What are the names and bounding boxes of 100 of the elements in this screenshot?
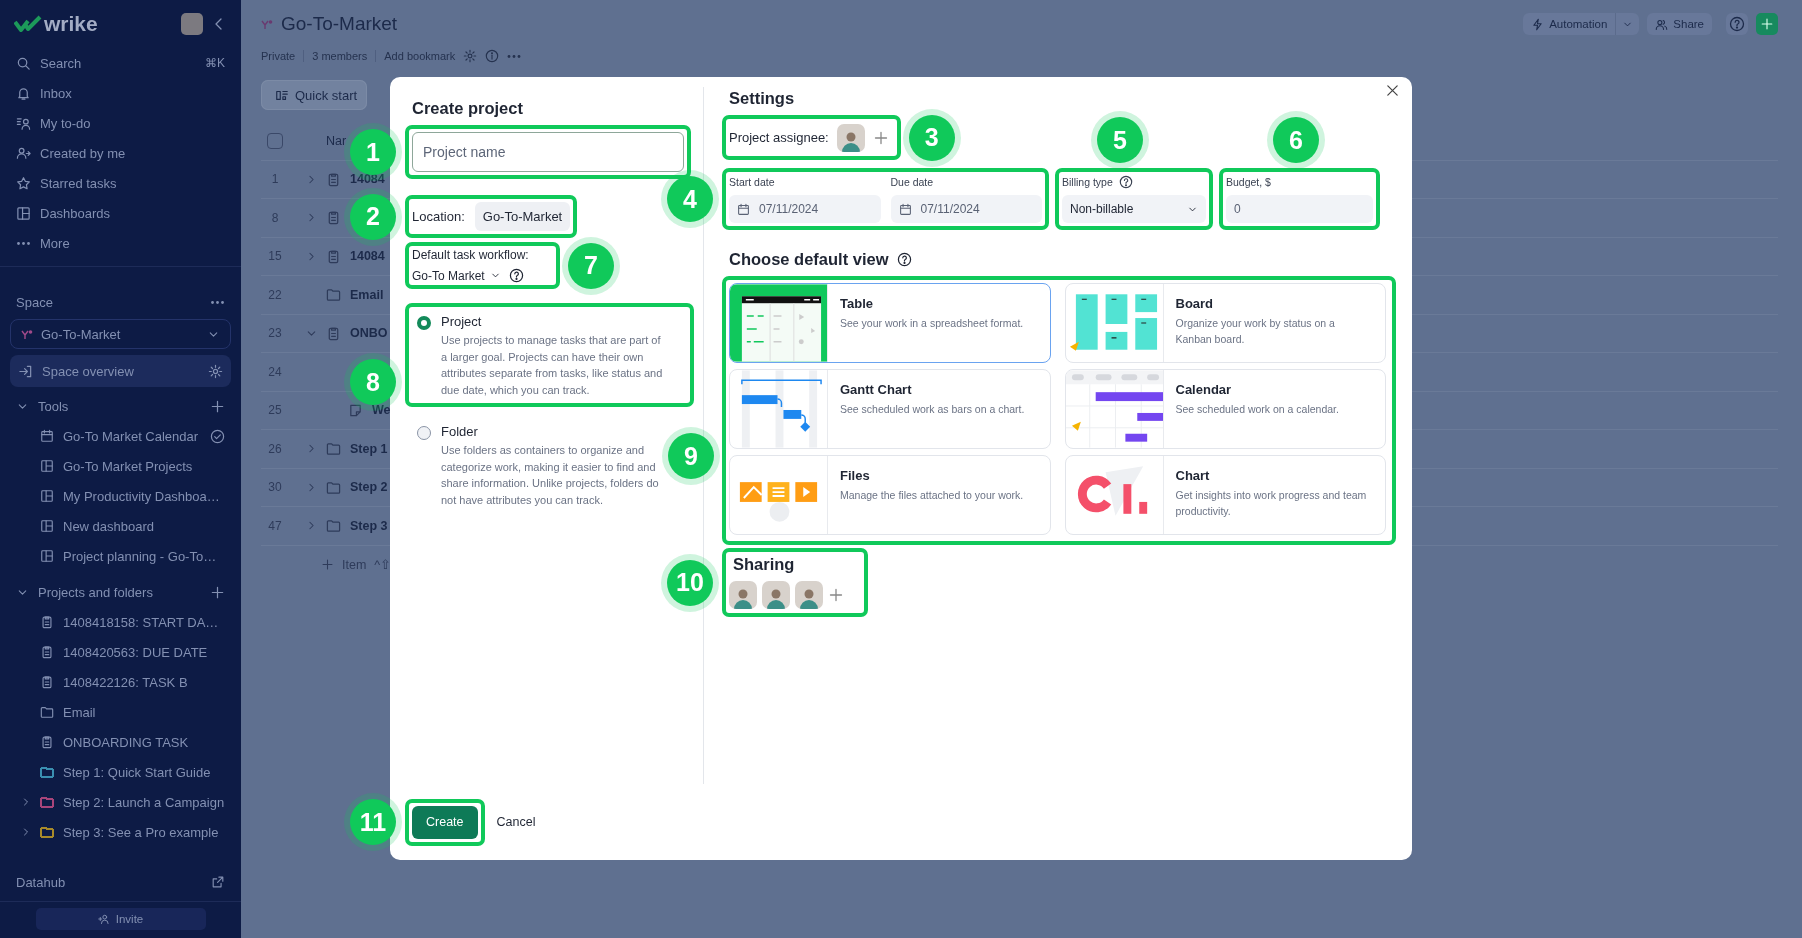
sidebar-item[interactable]: 1408422126: TASK B xyxy=(40,669,225,695)
view-description: Get insights into work progress and team productivity. xyxy=(1175,488,1368,519)
space-icon xyxy=(261,18,273,30)
plus-icon xyxy=(872,129,889,146)
sidebar-item[interactable]: 1408418158: START DA… xyxy=(40,609,225,635)
plus-icon xyxy=(210,398,225,414)
calendar-icon xyxy=(737,202,750,216)
view-card[interactable]: Chart Get insights into work progress and team productivity. xyxy=(1064,455,1386,535)
folder-icon xyxy=(326,518,341,534)
view-title: Table xyxy=(840,296,874,311)
step-badge: 6 xyxy=(1273,117,1319,163)
sidebar-item[interactable]: Step 1: Quick Start Guide xyxy=(40,759,225,785)
quick-start-icon xyxy=(275,88,289,102)
plus-icon xyxy=(1760,17,1774,31)
nav-item[interactable]: My to-do xyxy=(16,108,225,138)
view-title: Gantt Chart xyxy=(840,382,913,397)
nav-item[interactable]: Search xyxy=(16,48,197,78)
sidebar-item[interactable]: Go-To Market Calendar xyxy=(40,423,202,449)
workflow-dropdown[interactable]: Go-To Market xyxy=(412,268,501,283)
close-button[interactable] xyxy=(1385,83,1400,98)
row-name[interactable]: Step 2 xyxy=(350,480,388,495)
share-button[interactable]: Share xyxy=(1647,13,1712,35)
sidebar-item[interactable]: ONBOARDING TASK xyxy=(40,729,225,755)
invite-button[interactable]: Invite xyxy=(35,908,206,930)
view-description: Manage the files attached to your work. xyxy=(840,488,1024,503)
nav-item[interactable]: Created by me xyxy=(16,138,225,168)
avatar[interactable] xyxy=(729,581,757,609)
clipboard-icon xyxy=(326,325,341,341)
row-name[interactable]: Step 1 xyxy=(350,441,388,456)
sidebar-item[interactable]: 1408420563: DUE DATE xyxy=(40,639,225,665)
step-badge: 4 xyxy=(667,176,713,222)
row-name[interactable]: We xyxy=(372,403,391,418)
section-title: Choose default view xyxy=(729,249,889,269)
field-label: Location: xyxy=(411,209,465,224)
datahub-link[interactable]: Datahub xyxy=(16,874,203,890)
avatar[interactable] xyxy=(181,13,203,35)
view-card[interactable]: Table See your work in a spreadsheet format. xyxy=(729,283,1051,363)
view-tab[interactable]: Quick start xyxy=(261,80,368,110)
info-icon xyxy=(485,49,500,63)
wrike-logo[interactable]: wrike xyxy=(14,12,98,36)
folder-icon xyxy=(40,795,54,809)
radio-button[interactable] xyxy=(417,316,431,330)
nav-item[interactable]: Inbox xyxy=(16,78,225,108)
radio-button[interactable] xyxy=(417,426,431,440)
view-card[interactable]: Calendar See scheduled work on a calendar. xyxy=(1064,369,1386,449)
todo-icon xyxy=(16,115,31,131)
section-heading: Space xyxy=(16,294,53,310)
sidebar-item[interactable]: Go-To Market Projects xyxy=(40,453,225,479)
more-icon xyxy=(507,54,522,58)
field-label: Billing type xyxy=(1062,176,1113,188)
note-icon xyxy=(348,402,363,418)
view-card[interactable]: Board Organize your work by status on a Kanban board. xyxy=(1064,283,1386,363)
view-title: Calendar xyxy=(1175,382,1233,397)
sidebar-item[interactable]: My Productivity Dashboa… xyxy=(40,483,225,509)
column-header: Nar xyxy=(326,133,347,148)
avatar[interactable] xyxy=(836,123,865,152)
section-toggle[interactable]: Projects and folders xyxy=(16,577,202,607)
nav-item[interactable]: Dashboards xyxy=(16,198,225,228)
checkbox[interactable] xyxy=(267,132,283,149)
row-name[interactable]: ONBO xyxy=(350,326,388,341)
sidebar-item[interactable]: Step 3: See a Pro example xyxy=(40,819,225,845)
nav-item[interactable]: More xyxy=(16,228,225,258)
sidebar-item[interactable]: New dashboard xyxy=(40,513,225,539)
view-description: See scheduled work on a calendar. xyxy=(1175,402,1339,417)
space-overview-item[interactable]: Space overview xyxy=(10,355,231,387)
clipboard-icon xyxy=(326,248,341,264)
budget-field[interactable]: 0 xyxy=(1226,195,1373,223)
avatar[interactable] xyxy=(795,581,823,609)
step-badge: 5 xyxy=(1097,117,1143,163)
plus-icon xyxy=(210,584,225,600)
sidebar-item[interactable]: Step 2: Launch a Campaign xyxy=(40,789,225,815)
due-date-field[interactable]: 07/11/2024 xyxy=(890,195,1042,223)
view-card[interactable]: Files Manage the files attached to your work. xyxy=(729,455,1051,535)
sidebar-item[interactable]: Project planning - Go-To… xyxy=(40,543,225,569)
location-chip[interactable]: Go-To-Market xyxy=(474,202,571,231)
row-name[interactable]: 14084 xyxy=(350,249,385,264)
section-toggle[interactable]: Tools xyxy=(16,391,202,421)
avatar[interactable] xyxy=(762,581,790,609)
clipboard-icon xyxy=(40,675,54,689)
help-button[interactable] xyxy=(1726,13,1748,35)
nav-item[interactable]: Starred tasks xyxy=(16,168,225,198)
automation-button[interactable]: Automation xyxy=(1523,13,1616,35)
bolt-icon xyxy=(1531,17,1545,31)
row-name[interactable]: Step 3 xyxy=(350,518,388,533)
clipboard-icon xyxy=(326,210,341,226)
view-description: Organize your work by status on a Kanban board. xyxy=(1175,316,1336,347)
dashboard-icon xyxy=(40,459,54,473)
billing-type-dropdown[interactable]: Non-billable xyxy=(1062,195,1206,223)
step-badge: 3 xyxy=(908,114,955,161)
add-button[interactable] xyxy=(1756,13,1778,35)
sidebar-item[interactable]: Email xyxy=(40,699,225,725)
cancel-button[interactable]: Cancel xyxy=(492,815,540,829)
project-name-field[interactable]: Project name xyxy=(412,132,684,172)
row-name[interactable]: Email xyxy=(350,287,384,302)
space-dropdown[interactable]: Go-To-Market xyxy=(10,319,231,349)
start-date-field[interactable]: 07/11/2024 xyxy=(729,195,881,223)
space-icon xyxy=(21,328,33,340)
create-button[interactable]: Create xyxy=(412,805,478,839)
view-card[interactable]: Gantt Chart See scheduled work as bars on a chart. xyxy=(729,369,1051,449)
dashboard-icon xyxy=(40,489,54,503)
